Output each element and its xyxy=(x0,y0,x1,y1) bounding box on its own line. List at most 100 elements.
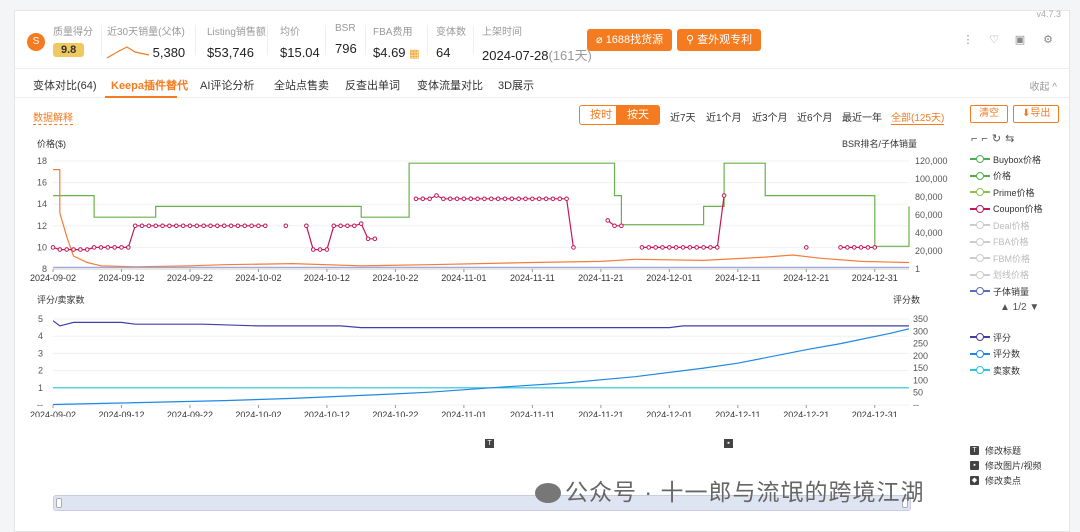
price-chart[interactable]: 价格($) BSR排名/子体销量81012141618120,00040,0006… xyxy=(15,131,975,291)
x-tick-label: 2024-09-12 xyxy=(98,273,144,283)
x-tick-label: 2024-11-21 xyxy=(578,273,623,283)
legend-pager[interactable]: ▲ 1/2 ▼ xyxy=(1000,302,1043,313)
legend-item[interactable]: 子体销量 xyxy=(970,283,1043,300)
x-tick-label: 2024-10-22 xyxy=(372,273,418,283)
coupon-point xyxy=(447,196,453,202)
legend-marker-icon xyxy=(970,171,990,181)
edit-panel: T 修改标题 ▪ 修改图片/视频 ◆ 修改卖点 xyxy=(970,443,1042,488)
range-6m[interactable]: 近6个月 xyxy=(797,109,833,124)
x-tick-label: 2024-11-11 xyxy=(510,273,555,283)
coupon-point xyxy=(427,196,432,202)
coupon-point xyxy=(872,245,878,250)
legend-item[interactable]: Buybox价格 xyxy=(970,151,1043,168)
legend-item[interactable]: FBM价格 xyxy=(970,250,1043,267)
coupon-point xyxy=(194,223,200,229)
by-day-button[interactable]: 按天 xyxy=(616,105,660,125)
collapse-button[interactable]: 收起 ^ xyxy=(1030,78,1057,93)
data-explain-link[interactable]: 数据解释 xyxy=(33,109,73,125)
coupon-point xyxy=(694,245,700,250)
settings-icon[interactable]: ⚙ xyxy=(1041,33,1055,47)
coupon-point xyxy=(78,247,83,252)
x-tick-label: 2024-10-12 xyxy=(304,410,350,417)
more-icon[interactable]: ⋮ xyxy=(961,33,975,47)
legend-item[interactable]: 卖家数 xyxy=(970,362,1020,379)
chart-toolbar: 数据解释 按时 按天 近7天 近1个月 近3个月 近6个月 最近一年 全部(12… xyxy=(15,104,1069,128)
legend-marker-icon xyxy=(970,286,990,296)
x-tick-label: 2024-11-21 xyxy=(578,410,623,417)
y2-tick-label: 200 xyxy=(913,351,928,361)
range-7d[interactable]: 近7天 xyxy=(670,109,696,124)
coupon-point xyxy=(331,223,337,229)
legend-marker-icon xyxy=(970,253,990,263)
coupon-point xyxy=(160,223,165,229)
coupon-point xyxy=(208,223,213,229)
heart-icon[interactable]: ♡ xyxy=(987,33,1001,47)
legend-item[interactable]: Prime价格 xyxy=(970,184,1043,201)
clear-button[interactable]: 清空 xyxy=(970,105,1008,123)
rating-chart[interactable]: 评分/卖家数 评分数 -- 1 2 3 4 5 -- 50 100 150 200 250 300 350 20… xyxy=(15,287,975,417)
y2-axis-label: 评分数 xyxy=(893,294,920,305)
tab-3d[interactable]: 3D展示 xyxy=(498,77,534,93)
coupon-point xyxy=(482,196,487,202)
range-1y[interactable]: 最近一年 xyxy=(842,109,882,124)
coupon-point xyxy=(564,196,569,202)
tab-keepa[interactable]: Keepa插件替代 xyxy=(111,77,188,93)
coupon-point xyxy=(550,196,556,202)
coupon-point xyxy=(858,245,864,250)
coupon-point xyxy=(167,223,172,229)
legend-item[interactable]: 价格 xyxy=(970,168,1043,185)
image-edit-icon[interactable]: ▪ xyxy=(724,439,733,448)
x-tick-label: 2024-10-22 xyxy=(372,410,418,417)
legend-item[interactable]: Coupon价格 xyxy=(970,201,1043,218)
legend-item[interactable]: Deal价格 xyxy=(970,217,1043,234)
y2-tick-label: 20,000 xyxy=(915,246,943,256)
coupon-point xyxy=(571,245,576,250)
edit-bullets[interactable]: ◆ 修改卖点 xyxy=(970,473,1042,488)
legend-item[interactable]: 评分 xyxy=(970,329,1020,346)
coupon-point xyxy=(249,223,254,229)
chart-tool-icons[interactable]: ⌐⌐↻⇆ xyxy=(971,132,1018,145)
watermark: 公众号 · 十一郎与流氓的跨境江湖 xyxy=(535,473,924,507)
coupon-point xyxy=(530,196,535,202)
y2-tick-label: 120,000 xyxy=(915,156,948,166)
legend-item[interactable]: FBA价格 xyxy=(970,234,1043,251)
coupon-point xyxy=(84,247,90,252)
title-edit-icon[interactable]: T xyxy=(485,439,494,448)
slider-left-handle[interactable] xyxy=(56,498,62,508)
range-all[interactable]: 全部(125天) xyxy=(891,109,945,125)
patent-search-button[interactable]: ⚲ 查外观专利 xyxy=(677,29,762,51)
coupon-point xyxy=(851,245,857,250)
stat-sales30: 近30天销量(父体) 5,380 xyxy=(106,27,186,60)
price-legend: Buybox价格 价格 Prime价格 Coupon价格 Deal价格 FBA价格 FBM价… xyxy=(970,151,1043,313)
edit-title[interactable]: T 修改标题 xyxy=(970,443,1042,458)
coupon-point xyxy=(673,245,679,250)
coupon-point xyxy=(324,247,330,252)
coupon-point xyxy=(612,223,617,229)
legend-item[interactable]: 划线价格 xyxy=(970,267,1043,284)
tab-variant-traffic[interactable]: 变体流量对比 xyxy=(417,77,483,93)
coupon-point xyxy=(468,196,474,202)
source-1688-button[interactable]: ⌀ 1688找货源 xyxy=(587,29,673,51)
x-tick-label: 2024-09-02 xyxy=(30,410,76,417)
y-tick-label: 12 xyxy=(37,221,47,231)
coupon-point xyxy=(536,196,542,202)
edit-images[interactable]: ▪ 修改图片/视频 xyxy=(970,458,1042,473)
legend-marker-icon xyxy=(970,187,990,197)
legend-label: 评分 xyxy=(993,332,1012,343)
coupon-point xyxy=(523,196,528,202)
series-rating-line xyxy=(52,320,909,329)
legend-item[interactable]: 评分数 xyxy=(970,346,1020,363)
stat-variants: 变体数 64 xyxy=(436,27,466,60)
tab-ai-review[interactable]: AI评论分析 xyxy=(200,77,254,93)
coupon-point xyxy=(126,245,131,250)
range-1m[interactable]: 近1个月 xyxy=(706,109,742,124)
y2-tick-label: 40,000 xyxy=(915,228,943,238)
export-button[interactable]: ⬇导出 xyxy=(1013,105,1060,123)
legend-marker-icon xyxy=(970,365,990,375)
tab-reverse-keywords[interactable]: 反查出单词 xyxy=(345,77,400,93)
tab-all-sites[interactable]: 全站点售卖 xyxy=(274,77,329,93)
calculator-icon[interactable]: ▦ xyxy=(409,48,419,60)
video-icon[interactable]: ▣ xyxy=(1013,33,1027,47)
tab-variant-compare[interactable]: 变体对比(64) xyxy=(33,77,97,93)
range-3m[interactable]: 近3个月 xyxy=(752,109,788,124)
